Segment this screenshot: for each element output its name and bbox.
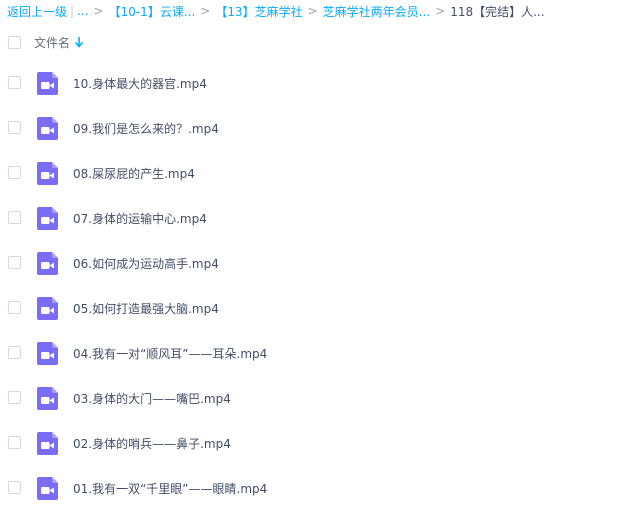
file-checkbox[interactable] (8, 346, 21, 359)
sort-down-arrow-icon[interactable] (74, 36, 84, 48)
filename-column-label: 文件名 (34, 35, 71, 50)
file-name[interactable]: 01.我有一双“千里眼”——眼睛.mp4 (73, 480, 267, 497)
file-list-header: 文件名 (0, 31, 643, 53)
filename-column-header[interactable]: 文件名 (34, 34, 84, 51)
breadcrumb-separator: > (307, 4, 318, 18)
file-checkbox[interactable] (8, 436, 21, 449)
breadcrumb-item-2[interactable]: 【13】芝麻学社 (215, 3, 302, 20)
file-name[interactable]: 06.如何成为运动高手.mp4 (73, 255, 219, 272)
breadcrumb-separator: > (200, 4, 211, 18)
video-file-icon (37, 432, 58, 455)
file-row[interactable]: 05.如何打造最强大脑.mp4 (0, 285, 643, 330)
file-row[interactable]: 08.屎尿屁的产生.mp4 (0, 150, 643, 195)
breadcrumb-separator: > (435, 4, 446, 18)
file-name[interactable]: 02.身体的哨兵——鼻子.mp4 (73, 435, 231, 452)
file-checkbox[interactable] (8, 76, 21, 89)
file-checkbox[interactable] (8, 166, 21, 179)
file-name[interactable]: 09.我们是怎么来的？.mp4 (73, 120, 219, 137)
file-row[interactable]: 06.如何成为运动高手.mp4 (0, 240, 643, 285)
video-file-icon (37, 297, 58, 320)
video-file-icon (37, 72, 58, 95)
video-file-icon (37, 387, 58, 410)
file-row[interactable]: 03.身体的大门——嘴巴.mp4 (0, 375, 643, 420)
breadcrumb: 返回上一级 | ... > 【10-1】云课... > 【13】芝麻学社 > 芝… (7, 0, 643, 22)
select-all-checkbox[interactable] (8, 35, 21, 49)
video-file-icon (37, 252, 58, 275)
file-name[interactable]: 07.身体的运输中心.mp4 (73, 210, 207, 227)
file-row[interactable]: 09.我们是怎么来的？.mp4 (0, 105, 643, 150)
breadcrumb-divider: | (70, 4, 75, 18)
breadcrumb-separator: > (93, 4, 104, 18)
file-checkbox[interactable] (8, 481, 21, 494)
file-name[interactable]: 08.屎尿屁的产生.mp4 (73, 165, 195, 182)
file-checkbox[interactable] (8, 211, 21, 224)
video-file-icon (37, 477, 58, 500)
breadcrumb-ellipsis[interactable]: ... (77, 4, 88, 18)
video-file-icon (37, 117, 58, 140)
file-row[interactable]: 10.身体最大的器官.mp4 (0, 60, 643, 105)
video-file-icon (37, 207, 58, 230)
back-link[interactable]: 返回上一级 (7, 3, 67, 20)
file-row[interactable]: 01.我有一双“千里眼”——眼睛.mp4 (0, 465, 643, 510)
file-row[interactable]: 07.身体的运输中心.mp4 (0, 195, 643, 240)
file-list: 10.身体最大的器官.mp4 09.我们是怎么来的？.mp4 08.屎尿屁的产生.m… (0, 60, 643, 510)
file-row[interactable]: 04.我有一对“顺风耳”——耳朵.mp4 (0, 330, 643, 375)
video-file-icon (37, 342, 58, 365)
video-file-icon (37, 162, 58, 185)
breadcrumb-item-3[interactable]: 芝麻学社两年会员... (323, 3, 430, 20)
file-name[interactable]: 03.身体的大门——嘴巴.mp4 (73, 390, 231, 407)
file-checkbox[interactable] (8, 256, 21, 269)
file-name[interactable]: 10.身体最大的器官.mp4 (73, 75, 207, 92)
breadcrumb-current: 118【完结】人... (450, 4, 545, 19)
file-checkbox[interactable] (8, 121, 21, 134)
file-checkbox[interactable] (8, 301, 21, 314)
file-name[interactable]: 04.我有一对“顺风耳”——耳朵.mp4 (73, 345, 267, 362)
file-name[interactable]: 05.如何打造最强大脑.mp4 (73, 300, 219, 317)
file-row[interactable]: 02.身体的哨兵——鼻子.mp4 (0, 420, 643, 465)
file-checkbox[interactable] (8, 391, 21, 404)
breadcrumb-item-1[interactable]: 【10-1】云课... (109, 3, 196, 20)
